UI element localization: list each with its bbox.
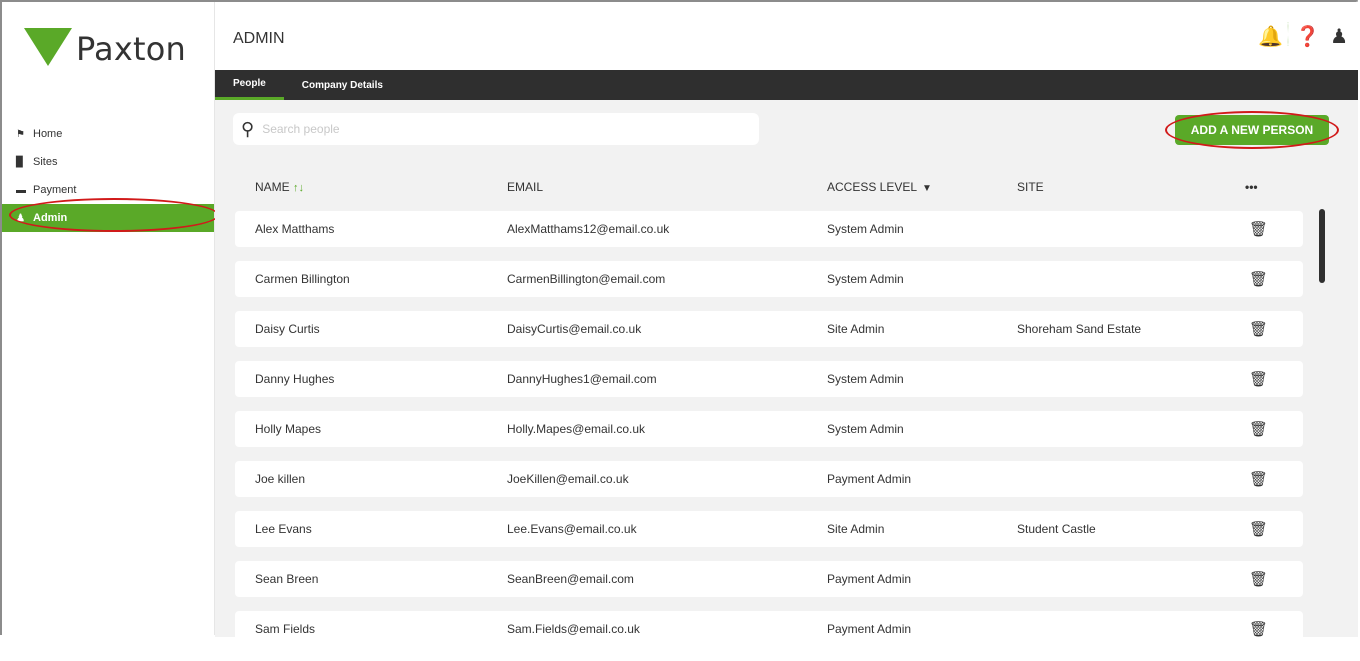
tab-company-details[interactable]: Company Details — [284, 70, 401, 100]
logo-text: Paxton — [76, 30, 187, 68]
header-name-label: NAME — [255, 180, 290, 194]
sidebar-nav: ⚑ Home ▉ Sites ▬ Payment ♟ Admin — [2, 120, 214, 232]
trash-icon[interactable]: 🗑 — [1249, 320, 1268, 338]
cell-email: JoeKillen@email.co.uk — [507, 472, 629, 486]
home-icon: ⚑ — [16, 128, 25, 140]
cell-access-level: Site Admin — [827, 522, 885, 536]
trash-icon[interactable]: 🗑 — [1249, 270, 1268, 288]
sidebar: Paxton ⚑ Home ▉ Sites ▬ Payment ♟ Admin — [2, 2, 215, 635]
cell-email: Holly.Mapes@email.co.uk — [507, 422, 646, 436]
top-icons: 🔔 ❓ ♟ — [1258, 22, 1348, 49]
cell-name: Daisy Curtis — [255, 322, 320, 336]
cell-name: Carmen Billington — [255, 272, 350, 286]
table-header: NAME ↑↓ EMAIL ACCESS LEVEL ▼ SITE ••• — [235, 172, 1303, 202]
tab-bar: People Company Details — [215, 70, 1358, 100]
tab-people[interactable]: People — [215, 70, 284, 100]
sites-icon: ▉ — [16, 156, 24, 168]
cell-email: DannyHughes1@email.com — [507, 372, 657, 386]
cell-access-level: System Admin — [827, 222, 904, 236]
cell-access-level: Payment Admin — [827, 622, 912, 636]
filter-icon[interactable]: ▼ — [922, 183, 932, 194]
sidebar-item-label: Sites — [33, 156, 58, 168]
table-body: Alex Matthams AlexMatthams12@email.co.uk S… — [235, 211, 1303, 661]
cell-email: CarmenBillington@email.com — [507, 272, 666, 286]
help-icon[interactable]: ❓ — [1295, 24, 1320, 49]
cell-access-level: Site Admin — [827, 322, 885, 336]
cell-email: AlexMatthams12@email.co.uk — [507, 222, 670, 236]
table-row[interactable]: Alex Matthams AlexMatthams12@email.co.uk S… — [235, 211, 1303, 247]
sort-icon[interactable]: ↑↓ — [293, 182, 304, 194]
cell-name: Lee Evans — [255, 522, 312, 536]
cell-name: Sean Breen — [255, 572, 319, 586]
scrollbar-thumb[interactable] — [1319, 209, 1325, 283]
cell-name: Holly Mapes — [255, 422, 322, 436]
table-row[interactable]: Carmen Billington CarmenBillington@email.… — [235, 261, 1303, 297]
top-bar: ADMIN 🔔 ❓ ♟ — [215, 2, 1358, 70]
more-options-icon[interactable]: ••• — [1245, 180, 1258, 194]
cell-access-level: System Admin — [827, 372, 904, 386]
header-access-level[interactable]: ACCESS LEVEL ▼ — [827, 180, 932, 194]
sidebar-item-sites[interactable]: ▉ Sites — [2, 148, 214, 176]
trash-icon[interactable]: 🗑 — [1249, 420, 1268, 438]
header-access-label: ACCESS LEVEL — [827, 180, 917, 194]
table-row[interactable]: Joe killen JoeKillen@email.co.uk Payment A… — [235, 461, 1303, 497]
sidebar-item-label: Home — [33, 128, 63, 140]
user-icon[interactable]: ♟ — [1330, 24, 1348, 49]
sidebar-item-home[interactable]: ⚑ Home — [2, 120, 214, 148]
table-row[interactable]: Sean Breen SeanBreen@email.com Payment Adm… — [235, 561, 1303, 597]
header-name[interactable]: NAME ↑↓ — [255, 180, 304, 194]
sidebar-item-label: Payment — [33, 184, 77, 196]
trash-icon[interactable]: 🗑 — [1249, 370, 1268, 388]
notification-badge — [1287, 22, 1290, 46]
main-panel: ADMIN 🔔 ❓ ♟ People Company Details ⚲ ADD… — [215, 2, 1358, 647]
table-row[interactable]: Danny Hughes DannyHughes1@email.com System… — [235, 361, 1303, 397]
user-icon: ♟ — [16, 212, 25, 224]
search-icon: ⚲ — [241, 118, 255, 139]
paxton-logo[interactable]: Paxton — [24, 18, 204, 74]
cell-email: SeanBreen@email.com — [507, 572, 634, 586]
header-email: EMAIL — [507, 180, 544, 194]
search-input[interactable] — [260, 121, 735, 137]
trash-icon[interactable]: 🗑 — [1249, 470, 1268, 488]
sidebar-item-label: Admin — [33, 212, 68, 224]
table-row[interactable]: Sam Fields Sam.Fields@email.co.uk Payment … — [235, 611, 1303, 647]
cell-name: Danny Hughes — [255, 372, 335, 386]
trash-icon[interactable]: 🗑 — [1249, 520, 1268, 538]
trash-icon[interactable]: 🗑 — [1249, 570, 1268, 588]
cell-email: Lee.Evans@email.co.uk — [507, 522, 637, 536]
table-row[interactable]: Daisy Curtis DaisyCurtis@email.co.uk Site … — [235, 311, 1303, 347]
cell-name: Alex Matthams — [255, 222, 335, 236]
cell-name: Sam Fields — [255, 622, 316, 636]
bell-icon[interactable]: 🔔 — [1258, 22, 1290, 49]
search-box: ⚲ — [233, 113, 759, 145]
cell-email: Sam.Fields@email.co.uk — [507, 622, 640, 636]
table-row[interactable]: Holly Mapes Holly.Mapes@email.co.uk System… — [235, 411, 1303, 447]
cell-access-level: System Admin — [827, 422, 904, 436]
cell-site: Student Castle — [1017, 522, 1096, 536]
header-site: SITE — [1017, 180, 1044, 194]
sidebar-item-admin[interactable]: ♟ Admin — [2, 204, 214, 232]
cell-site: Shoreham Sand Estate — [1017, 322, 1142, 336]
logo-triangle-icon — [24, 28, 72, 66]
trash-icon[interactable]: 🗑 — [1249, 220, 1268, 238]
payment-icon: ▬ — [16, 184, 26, 196]
cell-access-level: Payment Admin — [827, 572, 912, 586]
cell-access-level: System Admin — [827, 272, 904, 286]
add-new-person-button[interactable]: ADD A NEW PERSON — [1175, 115, 1329, 145]
cell-name: Joe killen — [255, 472, 306, 486]
cell-email: DaisyCurtis@email.co.uk — [507, 322, 642, 336]
cell-access-level: Payment Admin — [827, 472, 912, 486]
page-title: ADMIN — [233, 30, 285, 47]
sidebar-item-payment[interactable]: ▬ Payment — [2, 176, 214, 204]
trash-icon[interactable]: 🗑 — [1249, 620, 1268, 638]
table-row[interactable]: Lee Evans Lee.Evans@email.co.uk Site Admin… — [235, 511, 1303, 547]
